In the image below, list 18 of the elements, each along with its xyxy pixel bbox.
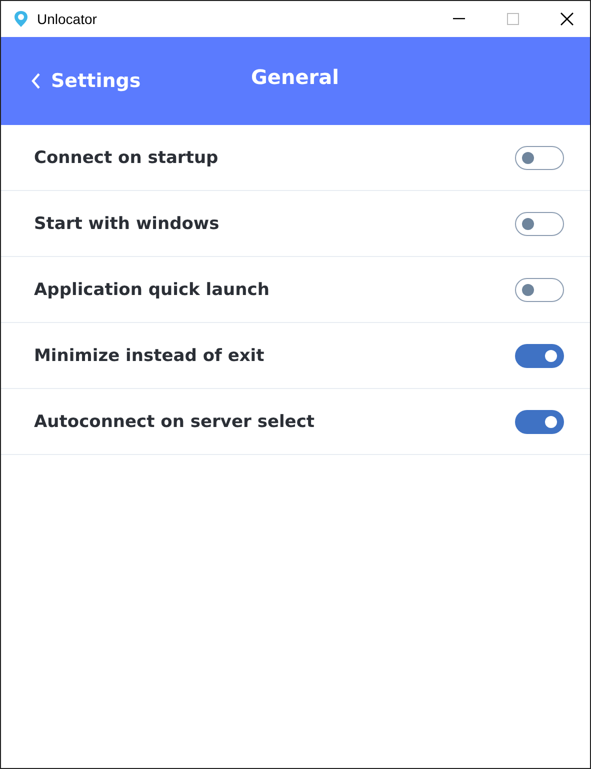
maximize-icon (507, 13, 519, 25)
setting-label: Autoconnect on server select (34, 412, 315, 432)
toggle-switch[interactable] (515, 344, 564, 368)
page-title: General (251, 65, 339, 89)
close-icon (560, 12, 574, 26)
toggle-switch[interactable] (515, 278, 564, 302)
app-logo-icon (13, 10, 29, 28)
setting-label: Start with windows (34, 214, 220, 234)
toggle-switch[interactable] (515, 212, 564, 236)
toggle-switch[interactable] (515, 146, 564, 170)
setting-label: Connect on startup (34, 148, 218, 168)
window-title: Unlocator (37, 11, 98, 27)
setting-label: Application quick launch (34, 280, 270, 300)
minimize-icon (453, 18, 465, 20)
setting-label: Minimize instead of exit (34, 346, 264, 366)
back-button[interactable]: Settings (31, 70, 141, 92)
toggle-switch[interactable] (515, 410, 564, 434)
chevron-left-icon (31, 72, 41, 90)
